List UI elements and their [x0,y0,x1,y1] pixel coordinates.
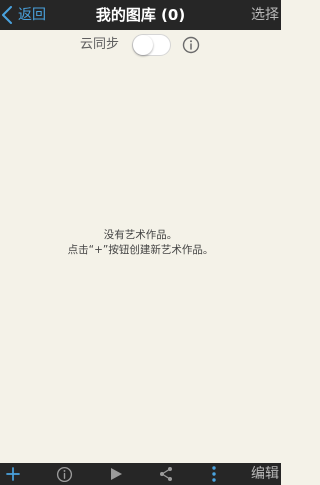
cloud-sync-row: 云同步 [0,31,281,61]
info-button[interactable] [54,463,74,485]
cloud-sync-label: 云同步 [80,37,120,52]
share-button[interactable] [156,463,176,485]
plus-icon [5,466,21,482]
empty-message-line-1: 没有艺术作品。 [103,229,178,241]
share-icon [158,466,174,482]
more-button[interactable] [206,463,222,485]
play-button[interactable] [106,463,126,485]
back-label: 返回 [18,7,46,23]
toggle-knob [133,35,153,55]
bottom-toolbar: 编辑 [0,463,281,485]
chevron-left-icon [1,6,18,24]
empty-message-line-2: 点击“+”按钮创建新艺术作品。 [67,244,214,256]
play-icon [109,467,123,481]
select-button[interactable]: 选择 [251,0,281,30]
info-icon [56,466,73,483]
add-button[interactable] [3,463,23,485]
cloud-sync-toggle[interactable] [132,34,171,56]
more-vertical-icon [211,465,217,483]
gallery-screen: 返回 我的图库 (0) 选择 云同步 没有艺术作品。 点击“+”按钮创建新艺术作… [0,0,281,485]
edit-button[interactable]: 编辑 [251,463,281,485]
top-navigation-bar: 返回 我的图库 (0) 选择 [0,0,281,30]
back-button[interactable]: 返回 [1,0,55,30]
info-icon[interactable] [182,36,200,54]
empty-gallery-message: 没有艺术作品。 点击“+”按钮创建新艺术作品。 [0,228,281,258]
